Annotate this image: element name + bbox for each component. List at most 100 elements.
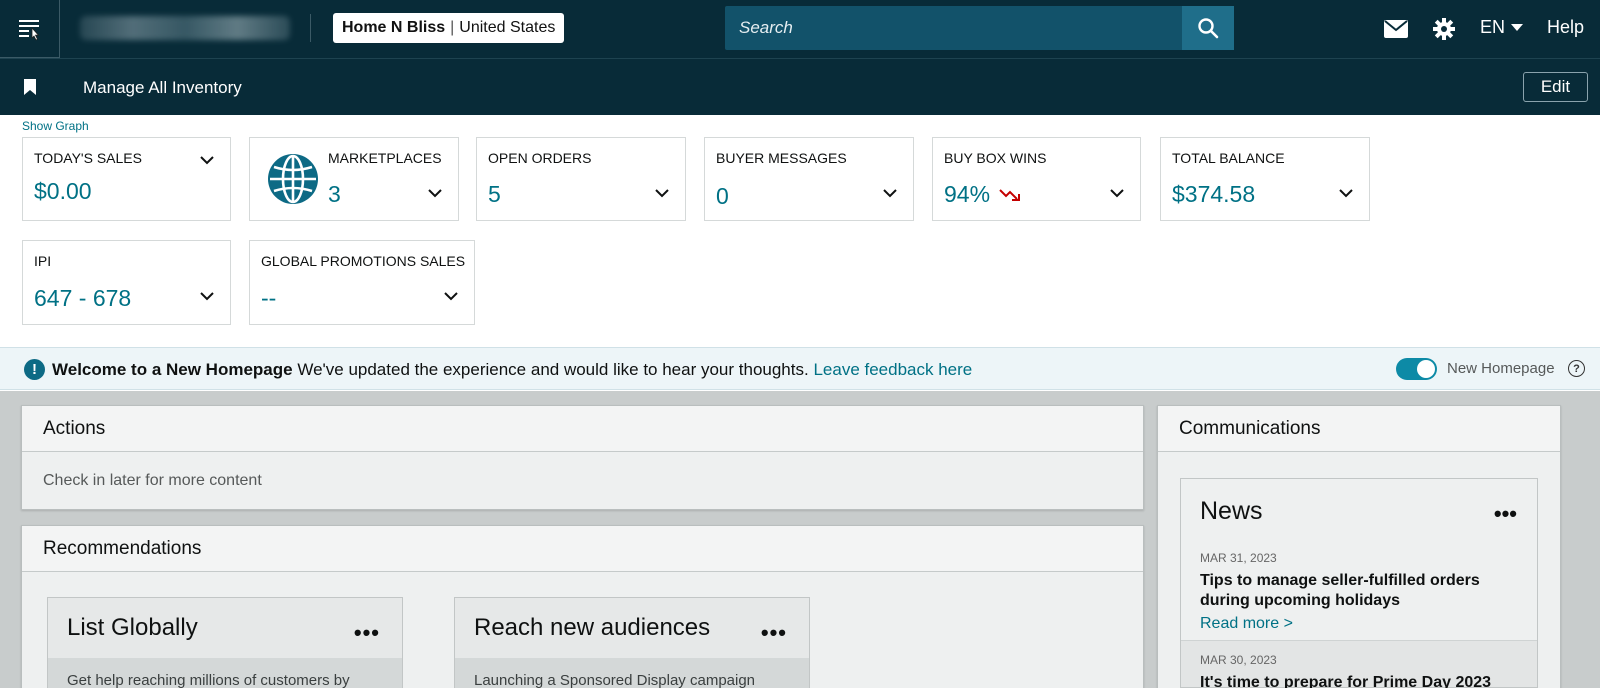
recommendation-desc: Launching a Sponsored Display campaign (474, 672, 756, 688)
panel-header: Actions (22, 406, 1143, 452)
store-region: United States (459, 19, 556, 36)
recommendation-card[interactable]: List Globally ••• Get help reaching mill… (47, 597, 403, 688)
gear-icon (1433, 18, 1455, 40)
show-graph-link[interactable]: Show Graph (22, 119, 89, 133)
search-bar (725, 6, 1234, 50)
banner-text: We've updated the experience and would l… (297, 360, 809, 379)
help-icon[interactable]: ? (1568, 360, 1585, 377)
manage-all-inventory-link[interactable]: Manage All Inventory (83, 78, 242, 98)
communications-title: Communications (1179, 418, 1321, 439)
metric-card-buy-box-wins[interactable]: BUY BOX WINS 94% (932, 137, 1141, 221)
chevron-down-icon[interactable] (200, 155, 214, 165)
metric-value: 0 (716, 183, 729, 209)
metric-label: BUY BOX WINS (944, 150, 1047, 166)
read-more-link[interactable]: Read more > (1200, 615, 1525, 633)
chevron-down-icon[interactable] (200, 291, 214, 301)
language-label: EN (1480, 17, 1506, 37)
news-headline[interactable]: Tips to manage seller-fulfilled orders d… (1200, 571, 1525, 611)
metric-value: 94% (944, 181, 991, 207)
chevron-down-icon[interactable] (428, 188, 442, 198)
metric-value: 3 (328, 181, 341, 207)
metric-card-open-orders[interactable]: OPEN ORDERS 5 (476, 137, 686, 221)
metric-value: 5 (488, 181, 501, 207)
search-button[interactable] (1182, 6, 1234, 50)
news-date: MAR 31, 2023 (1200, 551, 1277, 565)
news-item[interactable]: MAR 31, 2023 Tips to manage seller-fulfi… (1200, 551, 1525, 633)
news-title: News (1200, 497, 1263, 525)
bookmark-icon[interactable] (24, 79, 36, 95)
news-card: News ••• MAR 31, 2023 Tips to manage sel… (1180, 478, 1538, 688)
more-options-icon[interactable]: ••• (354, 620, 380, 646)
metric-label: TODAY'S SALES (34, 150, 142, 166)
panel-header: Recommendations (22, 526, 1143, 572)
metric-value: $374.58 (1172, 181, 1256, 207)
metric-label: IPI (34, 253, 52, 269)
metric-value-wrap: 94% (944, 181, 1022, 208)
store-selector[interactable]: Home N Bliss | United States (333, 13, 565, 43)
trend-down-icon (999, 188, 1021, 201)
metric-card-buyer-messages[interactable]: BUYER MESSAGES 0 (704, 137, 914, 221)
toggle-label: New Homepage (1447, 360, 1555, 377)
actions-title: Actions (43, 418, 106, 439)
bookmark-bar: Manage All Inventory Edit (0, 58, 1600, 115)
settings-button[interactable] (1432, 0, 1456, 58)
caret-down-icon (1511, 23, 1524, 31)
metric-card-marketplaces[interactable]: MARKETPLACES 3 (249, 137, 459, 221)
metric-card-todays-sales[interactable]: TODAY'S SALES $0.00 (22, 137, 231, 221)
toggle-knob (1417, 360, 1435, 378)
metric-label: OPEN ORDERS (488, 150, 592, 166)
metric-card-ipi[interactable]: IPI 647 - 678 (22, 240, 231, 325)
messages-button[interactable] (1384, 0, 1408, 58)
metric-card-total-balance[interactable]: TOTAL BALANCE $374.58 (1160, 137, 1370, 221)
search-input[interactable] (725, 6, 1183, 50)
edit-button[interactable]: Edit (1523, 72, 1588, 102)
chevron-down-icon[interactable] (1110, 188, 1124, 198)
metric-value: 647 - 678 (34, 285, 132, 311)
new-homepage-toggle[interactable] (1396, 358, 1437, 380)
store-name: Home N Bliss (342, 19, 446, 36)
metric-value: -- (261, 285, 277, 311)
metric-value: $0.00 (34, 178, 92, 204)
chevron-down-icon[interactable] (883, 188, 897, 198)
more-options-icon[interactable]: ••• (761, 620, 787, 646)
more-options-icon[interactable]: ••• (1494, 501, 1517, 527)
metric-label: MARKETPLACES (328, 150, 442, 166)
separator: | (450, 19, 455, 36)
metric-label: GLOBAL PROMOTIONS SALES (261, 253, 466, 269)
banner-title: Welcome to a New Homepage (52, 360, 293, 379)
news-date: MAR 30, 2023 (1200, 653, 1277, 667)
chevron-down-icon[interactable] (655, 188, 669, 198)
divider (1181, 640, 1537, 641)
recommendation-card[interactable]: Reach new audiences ••• Launching a Spon… (454, 597, 810, 688)
recommendation-body: Launching a Sponsored Display campaign (455, 658, 809, 688)
account-name-blurred (80, 16, 290, 40)
news-item[interactable]: MAR 30, 2023 It's time to prepare for Pr… (1200, 653, 1525, 688)
recommendation-title: List Globally (67, 614, 198, 641)
globe-icon (268, 154, 318, 204)
search-icon (1198, 18, 1219, 39)
new-homepage-banner: ! Welcome to a New Homepage We've update… (0, 347, 1600, 390)
recommendation-body: Get help reaching millions of customers … (48, 658, 402, 688)
actions-panel: Actions Check in later for more content (21, 405, 1144, 510)
chevron-down-icon[interactable] (1339, 188, 1353, 198)
top-navigation-bar: Home N Bliss | United States Search EN H… (0, 0, 1600, 58)
mail-icon (1384, 20, 1408, 38)
menu-icon (18, 19, 39, 41)
actions-empty-text: Check in later for more content (43, 472, 262, 489)
hamburger-menu-button[interactable] (0, 0, 60, 58)
chevron-down-icon[interactable] (444, 291, 458, 301)
info-icon: ! (24, 359, 45, 380)
banner-message: Welcome to a New Homepage We've updated … (52, 360, 972, 380)
metric-label: TOTAL BALANCE (1172, 150, 1285, 166)
recommendation-title: Reach new audiences (474, 614, 711, 641)
metric-label: BUYER MESSAGES (716, 150, 847, 166)
language-selector[interactable]: EN (1480, 17, 1524, 38)
leave-feedback-link[interactable]: Leave feedback here (813, 360, 972, 379)
recommendation-desc: Get help reaching millions of customers … (67, 672, 350, 688)
recommendations-title: Recommendations (43, 538, 202, 559)
news-headline[interactable]: It's time to prepare for Prime Day 2023 (1200, 673, 1525, 688)
divider (310, 14, 311, 42)
panel-header: Communications (1158, 406, 1560, 452)
help-link[interactable]: Help (1547, 17, 1584, 38)
metric-card-global-promotions-sales[interactable]: GLOBAL PROMOTIONS SALES -- (249, 240, 475, 325)
